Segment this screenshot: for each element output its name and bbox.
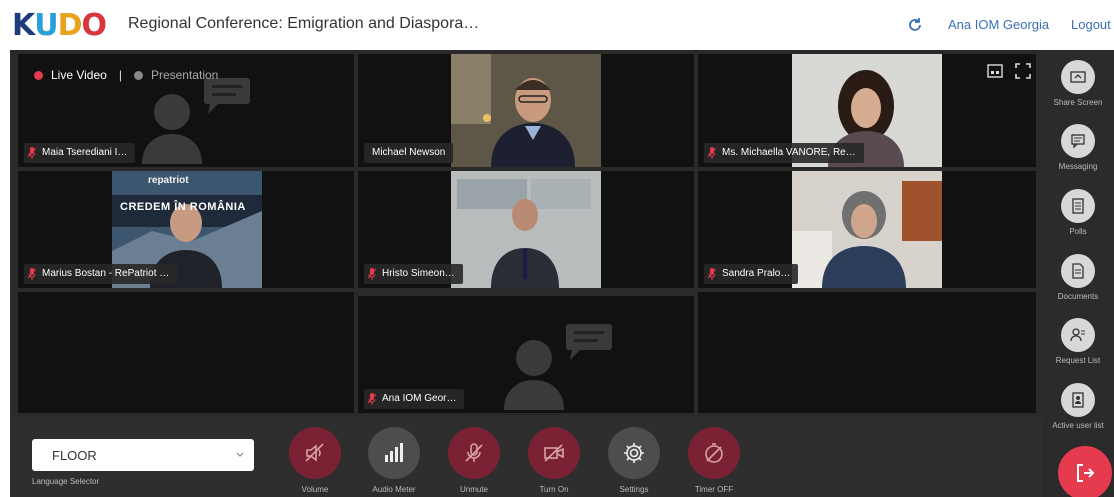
control-label: Settings	[619, 485, 649, 494]
header: KUDO Regional Conference: Emigration and…	[0, 0, 1114, 50]
camera-turn-on-button[interactable]: Turn On	[527, 427, 581, 494]
sidebar-label: Active user list	[1052, 421, 1104, 430]
chevron-down-icon	[236, 452, 244, 457]
live-video-tab[interactable]: Live Video	[51, 68, 107, 82]
participant-name: Marius Bostan - RePatriot …	[42, 268, 170, 279]
sidebar-label: Polls	[1069, 227, 1087, 236]
participant-name-tag: Maia Tserediani I…	[24, 143, 136, 163]
sidebar-label: Messaging	[1058, 162, 1098, 171]
participant-tile[interactable]: Michael Newson	[358, 54, 694, 167]
participant-video	[451, 171, 601, 288]
volume-muted-icon	[305, 443, 324, 462]
view-switch: Live Video | Presentation	[34, 68, 218, 82]
participant-name-tag: Ana IOM Geor…	[364, 389, 465, 409]
logo-letter: O	[81, 7, 107, 43]
mic-off-icon	[465, 443, 483, 462]
polls-icon	[1072, 198, 1084, 214]
share-screen-button[interactable]: Share Screen	[1042, 60, 1114, 107]
participant-name-tag: Ms. Michaella VANORE, Re…	[704, 143, 864, 163]
logout-link[interactable]: Logout	[1071, 17, 1111, 32]
control-bar: FLOOR Language Selector Volume Audio Met…	[10, 417, 1042, 497]
participant-tile[interactable]: repatriot CREDEM ÎN ROMÂNIA Marius Bosta…	[18, 171, 354, 288]
mic-muted-icon	[28, 268, 36, 280]
control-label: Turn On	[539, 485, 569, 494]
participant-name-tag: Michael Newson	[364, 143, 454, 163]
right-sidebar: Share Screen Messaging Polls Documents R…	[1042, 50, 1114, 497]
participant-name: Ms. Michaella VANORE, Re…	[722, 147, 856, 158]
kudo-logo: KUDO	[12, 7, 107, 43]
language-value: FLOOR	[52, 448, 97, 463]
presentation-dot	[133, 70, 143, 80]
video-grid: Live Video | Presentation Maia Tseredian…	[10, 50, 1042, 417]
camera-off-icon	[544, 444, 564, 462]
participant-name: Hristo Simeon…	[382, 268, 455, 279]
exit-icon	[1077, 464, 1095, 482]
user-name-link[interactable]: Ana IOM Georgia	[948, 17, 1049, 32]
active-user-list-button[interactable]: Active user list	[1042, 383, 1114, 430]
audio-meter-button[interactable]: Audio Meter	[367, 427, 421, 494]
participant-name-tag: Sandra Pralo…	[704, 264, 799, 284]
share-screen-icon	[1070, 71, 1086, 83]
presentation-tab[interactable]: Presentation	[151, 68, 218, 82]
participant-name: Ana IOM Geor…	[382, 393, 457, 404]
live-dot	[34, 70, 43, 80]
logo-letter: U	[34, 7, 58, 43]
participant-name-tag: Hristo Simeon…	[364, 264, 463, 284]
messaging-button[interactable]: Messaging	[1042, 124, 1114, 171]
participant-name: Michael Newson	[372, 147, 446, 158]
conference-title: Regional Conference: Emigration and Dias…	[128, 15, 480, 32]
mic-muted-icon	[708, 268, 716, 280]
participant-video	[451, 54, 601, 167]
language-selector-label: Language Selector	[32, 477, 100, 486]
sidebar-label: Request List	[1055, 356, 1101, 365]
empty-tile	[698, 292, 1036, 413]
participant-tile[interactable]: Ana IOM Geor…	[358, 296, 694, 413]
settings-button[interactable]: Settings	[607, 427, 661, 494]
avatar-placeholder-icon	[504, 324, 612, 410]
refresh-icon[interactable]	[906, 16, 924, 34]
mic-muted-icon	[368, 268, 376, 280]
participant-name: Maia Tserediani I…	[42, 147, 128, 158]
leave-session-button[interactable]	[1058, 446, 1112, 497]
grid-layout-icon[interactable]	[986, 62, 1004, 80]
language-selector[interactable]: FLOOR	[32, 439, 254, 471]
control-label: Volume	[301, 485, 329, 494]
request-list-icon	[1070, 328, 1085, 342]
participant-name: Sandra Pralo…	[722, 268, 791, 279]
participant-name-tag: Marius Bostan - RePatriot …	[24, 264, 178, 284]
documents-icon	[1072, 263, 1084, 279]
mic-muted-icon	[708, 147, 716, 159]
volume-button[interactable]: Volume	[288, 427, 342, 494]
mic-muted-icon	[28, 147, 36, 159]
timer-button[interactable]: Timer OFF	[687, 427, 741, 494]
unmute-button[interactable]: Unmute	[447, 427, 501, 494]
video-banner-text: CREDEM ÎN ROMÂNIA	[120, 201, 246, 213]
video-brand-text: repatriot	[148, 175, 189, 186]
participant-video	[792, 171, 942, 288]
request-list-button[interactable]: Request List	[1042, 318, 1114, 365]
participant-tile[interactable]: Hristo Simeon…	[358, 171, 694, 288]
sidebar-label: Documents	[1057, 292, 1099, 301]
mic-muted-icon	[368, 393, 376, 405]
sidebar-label: Share Screen	[1053, 98, 1103, 107]
control-label: Timer OFF	[694, 485, 734, 494]
participant-tile[interactable]: Sandra Pralo…	[698, 171, 1036, 288]
polls-button[interactable]: Polls	[1042, 189, 1114, 236]
active-user-list-icon	[1072, 392, 1084, 408]
layout-controls	[986, 62, 1032, 80]
timer-off-icon	[705, 443, 723, 463]
separator: |	[118, 68, 122, 82]
fullscreen-icon[interactable]	[1014, 62, 1032, 80]
documents-button[interactable]: Documents	[1042, 254, 1114, 301]
audio-meter-icon	[385, 443, 403, 462]
control-label: Audio Meter	[372, 485, 416, 494]
control-label: Unmute	[459, 485, 488, 494]
logo-letter: D	[57, 7, 83, 43]
logo-letter: K	[12, 7, 35, 43]
messaging-icon	[1071, 134, 1085, 149]
empty-tile	[18, 292, 354, 413]
gear-icon	[624, 443, 644, 463]
avatar-placeholder-icon	[142, 78, 250, 164]
